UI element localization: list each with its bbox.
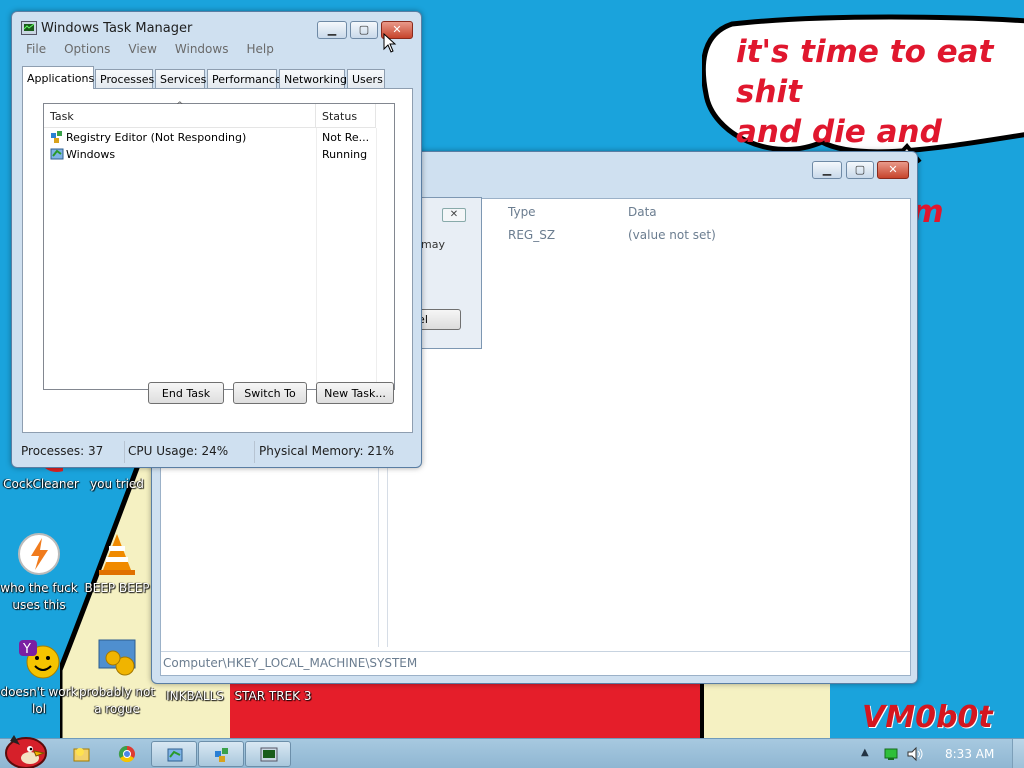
taskbar: ▲ 8:33 AM [0,735,1024,768]
windows-app-icon [167,748,183,762]
lightning-icon [17,532,61,576]
watermark: VM0b0t [862,700,993,735]
task-status: Running [322,148,368,161]
sort-up-icon: ^ [176,101,184,111]
menu-help[interactable]: Help [246,42,273,56]
status-divider [124,441,125,463]
desktop-icon-label: INKBALLS [166,689,224,703]
desktop-icon-label: you tried [90,477,144,491]
taskbar-chrome-button[interactable] [104,741,150,767]
tab-applications[interactable]: Applications [22,66,94,89]
menu-bar: File Options View Windows Help [20,42,415,62]
dialog-close-button[interactable]: ✕ [442,208,466,222]
svg-text:Y: Y [22,642,31,657]
taskbar-windows-app-button[interactable] [151,741,197,767]
column-divider [376,128,377,389]
close-icon: ✕ [888,163,898,176]
mouse-cursor-icon [383,33,397,53]
tab-services[interactable]: Services [155,69,206,88]
desktop-icon-yahoo[interactable]: Y doesn't work lol [0,636,80,718]
tab-networking[interactable]: Networking [279,69,347,88]
traffic-cone-icon [95,532,139,576]
desktop-icon-label: BEEP BEEP [84,581,150,595]
angry-bird-icon [5,735,47,768]
show-hidden-icons-button[interactable]: ▲ [861,747,869,758]
task-manager-window[interactable]: Windows Task Manager ▁ ▢ ✕ File Options Vi… [11,11,422,468]
tab-performance[interactable]: Performance [207,69,282,88]
volume-icon[interactable] [906,746,924,762]
maximize-button[interactable]: ▢ [350,21,378,39]
processes-count: Processes: 37 [21,444,104,458]
column-divider [316,128,317,389]
end-task-button[interactable]: End Task [148,382,224,404]
desktop-icon-label: doesn't work lol [0,685,78,716]
show-desktop-button[interactable] [1012,739,1024,768]
folder-sun-icon [73,748,90,762]
clock[interactable]: 8:33 AM [945,747,994,761]
smiley-icon: Y [17,636,61,680]
maximize-button[interactable]: ▢ [846,161,874,179]
gears-icon [95,636,139,680]
switch-to-button[interactable]: Switch To [233,382,307,404]
minimize-icon: ▁ [327,23,337,36]
table-row[interactable]: Registry Editor (Not Responding) Not Re.… [44,130,394,147]
desktop-icon-label: who the fuck uses this [0,581,78,612]
registry-statusbar: Computer\HKEY_LOCAL_MACHINE\SYSTEM [161,651,910,675]
start-button[interactable] [0,729,52,768]
status-bar: Processes: 37 CPU Usage: 24% Physical Me… [14,438,420,466]
desktop-icon-label: CockCleaner [3,477,79,491]
desktop-icon-label: STAR TREK 3 [234,689,312,703]
network-icon[interactable] [883,747,899,761]
menu-view[interactable]: View [128,42,156,56]
desktop-icon-control-panel[interactable]: probably not a rogue [76,636,158,718]
tab-users[interactable]: Users [347,69,385,88]
task-name: Windows [66,148,116,161]
chrome-icon [118,745,135,763]
task-manager-icon [260,747,278,762]
task-name: Registry Editor (Not Responding) [66,131,247,144]
menu-options[interactable]: Options [64,42,110,56]
column-status[interactable]: Status [316,104,376,128]
taskbar-regedit-button[interactable] [198,741,244,767]
column-task[interactable]: Task ^ [44,101,316,128]
value-data: (value not set) [628,228,716,242]
column-task-label: Task [50,110,74,123]
windows-app-icon [50,148,64,160]
minimize-button[interactable]: ▁ [812,161,842,179]
new-task-button[interactable]: New Task... [316,382,394,404]
tab-processes[interactable]: Processes [95,69,154,88]
column-data[interactable]: Data [628,205,657,219]
physical-memory: Physical Memory: 21% [259,444,395,458]
desktop-icon-avast[interactable]: who the fuck uses this [0,532,80,614]
menu-file[interactable]: File [26,42,46,56]
registry-editor-icon [215,748,228,762]
applications-panel: Task ^ Status Registry Editor (Not Respo… [22,88,413,433]
task-manager-icon [21,21,37,35]
maximize-icon: ▢ [854,163,866,176]
taskbar-explorer-button[interactable] [58,741,104,767]
maximize-icon: ▢ [358,23,370,36]
column-type[interactable]: Type [508,205,536,219]
dialog-text: may [421,238,445,251]
desktop-icon-label: probably not a rogue [78,685,156,716]
task-list[interactable]: Task ^ Status Registry Editor (Not Respo… [43,101,395,390]
desktop-right-shape [700,682,830,740]
close-icon: ✕ [449,209,459,220]
table-row[interactable]: Windows Running [44,147,394,164]
taskbar-task-manager-button[interactable] [245,741,291,767]
close-button[interactable]: ✕ [877,161,909,179]
value-type: REG_SZ [508,228,556,242]
speech-line: it's time to eat shit [736,34,994,110]
menu-windows[interactable]: Windows [175,42,229,56]
minimize-icon: ▁ [822,163,832,176]
registry-editor-icon [51,131,62,143]
status-divider [254,441,255,463]
minimize-button[interactable]: ▁ [317,21,347,39]
cpu-usage: CPU Usage: 24% [128,444,229,458]
window-title: Windows Task Manager [41,21,193,36]
task-status: Not Re... [322,131,370,144]
desktop-icon-vlc[interactable]: BEEP BEEP [76,532,158,597]
